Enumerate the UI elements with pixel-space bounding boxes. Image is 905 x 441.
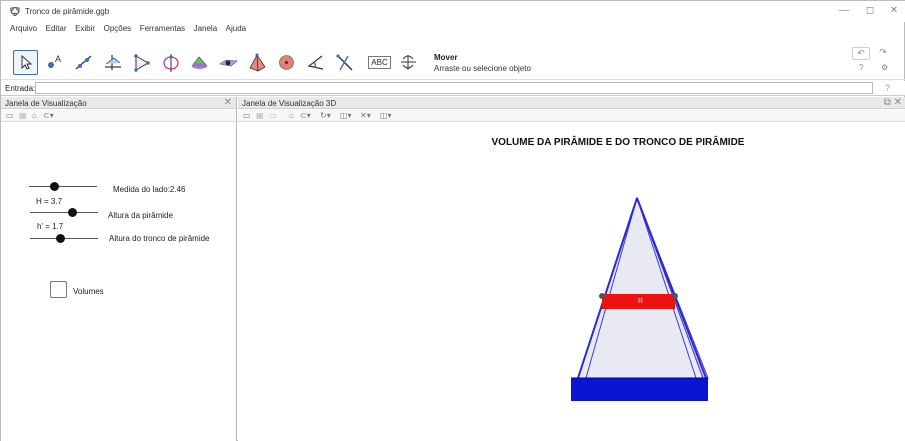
graphics-style-bar: ▭ ▦ ⌂ ⊂▾ [1,110,236,122]
menu-janela[interactable]: Janela [194,22,218,35]
point-capture-icon[interactable]: ⊂▾ [43,111,54,120]
plane-tool-button[interactable] [216,50,241,75]
minimize-button[interactable]: — [833,4,855,18]
circle-axis-tool-button[interactable] [158,50,183,75]
point-icon: A [48,54,61,68]
cut-label: R [638,298,643,305]
pyramid-3d-scene: R [571,196,709,401]
geogebra-window: Tronco de pirâmide.ggb — ◻ ✕ Arquivo Edi… [0,0,905,441]
pyramid-tool-button[interactable] [245,50,270,75]
undo-button[interactable]: ↶ [852,47,870,60]
cut-point-left[interactable] [599,293,605,299]
slider-knob-frustum-height[interactable] [56,234,65,243]
cursor-arrow-icon [21,54,33,70]
redo-button[interactable]: ↷ [874,47,892,60]
axes-toggle-icon[interactable]: ▭ [6,111,14,120]
point-tool-button[interactable]: A [42,50,67,75]
help-icon[interactable]: ? [859,63,863,72]
graphics-view-close-icon[interactable]: ✕ [224,97,232,108]
rotate-view-tool-button[interactable] [396,50,421,75]
title-bar: Tronco de pirâmide.ggb — ◻ ✕ [1,1,905,22]
selected-tool-name: Mover [434,53,458,62]
volumes-checkbox-label: Volumes [73,287,104,296]
close-window-button[interactable]: ✕ [883,4,905,18]
circle-axis-icon [163,54,179,72]
home-view-icon[interactable]: ⌂ [32,111,37,120]
menu-editar[interactable]: Editar [46,22,67,35]
perpendicular-tool-button[interactable] [100,50,125,75]
pyramid-icon [249,53,266,72]
input-help-icon[interactable]: ? [885,83,890,93]
toolbar: A ABC Mover Arraste ou selecione objeto … [1,36,905,80]
pyramid-front-face[interactable] [577,196,704,379]
angle-tool-button[interactable] [303,50,328,75]
angle-icon [307,55,324,70]
reflect-icon [336,54,353,71]
cut-point-right[interactable] [672,293,678,299]
surface-tool-button[interactable] [187,50,212,75]
polygon-icon [134,54,150,72]
pyramid-base[interactable] [571,378,708,401]
graphics-view-title[interactable]: Janela de Visualização [5,99,87,108]
perpendicular-icon [105,55,121,70]
menu-bar: Arquivo Editar Exibir Opções Ferramentas… [1,22,905,35]
slider-caption-frustum-height: Altura do tronco de pirâmide [109,234,210,243]
menu-ajuda[interactable]: Ajuda [226,22,246,35]
slider-knob-pyramid-height[interactable] [68,208,77,217]
sphere-icon [279,55,294,70]
line-icon [75,55,92,70]
surface-icon [191,56,208,69]
plane-icon [219,59,238,67]
slider-knob-side[interactable] [50,182,59,191]
sphere-tool-button[interactable] [274,50,299,75]
slider-caption-pyramid-height: Altura da pirâmide [108,211,173,220]
text-tool-button[interactable]: ABC [367,50,392,75]
input-label: Entrada: [5,84,36,93]
settings-gear-icon[interactable]: ⚙ [881,63,888,72]
graphics-3d-panel: Janela de Visualização 3D ⧉ ✕ ▭ ▦ ▭ ⌂ ⊂▾… [238,97,905,441]
slider-caption-side: Medida do lado:2.46 [113,185,186,194]
window-title: Tronco de pirâmide.ggb [25,7,110,16]
menu-opcoes[interactable]: Opções [104,22,132,35]
slider-track-pyramid-height[interactable] [30,212,98,213]
volumes-checkbox[interactable] [50,281,67,298]
graphics-view-panel: Janela de Visualização ✕ ▭ ▦ ⌂ ⊂▾ Medida… [1,97,237,441]
reflect-tool-button[interactable] [332,50,357,75]
algebra-input-field[interactable] [35,82,873,94]
input-bar: Entrada: ? [1,81,905,96]
abc-text-icon: ABC [368,56,391,69]
move-tool-button[interactable] [13,50,38,75]
slider-value-frustum-height: h' = 1.7 [37,222,64,231]
menu-exibir[interactable]: Exibir [75,22,95,35]
slider-value-pyramid-height: H = 3.7 [36,197,63,206]
rotate-view-icon [401,55,416,70]
svg-text:A: A [55,54,61,64]
polygon-tool-button[interactable] [129,50,154,75]
line-tool-button[interactable] [71,50,96,75]
selected-tool-help: Arraste ou selecione objeto [434,64,531,73]
slider-track-side[interactable] [29,186,97,187]
menu-ferramentas[interactable]: Ferramentas [140,22,185,35]
maximize-button[interactable]: ◻ [859,4,881,18]
graphics-view-header: Janela de Visualização ✕ [1,97,236,109]
geogebra-logo-icon [10,7,20,16]
menu-arquivo[interactable]: Arquivo [10,22,37,35]
grid-toggle-icon[interactable]: ▦ [19,111,27,120]
